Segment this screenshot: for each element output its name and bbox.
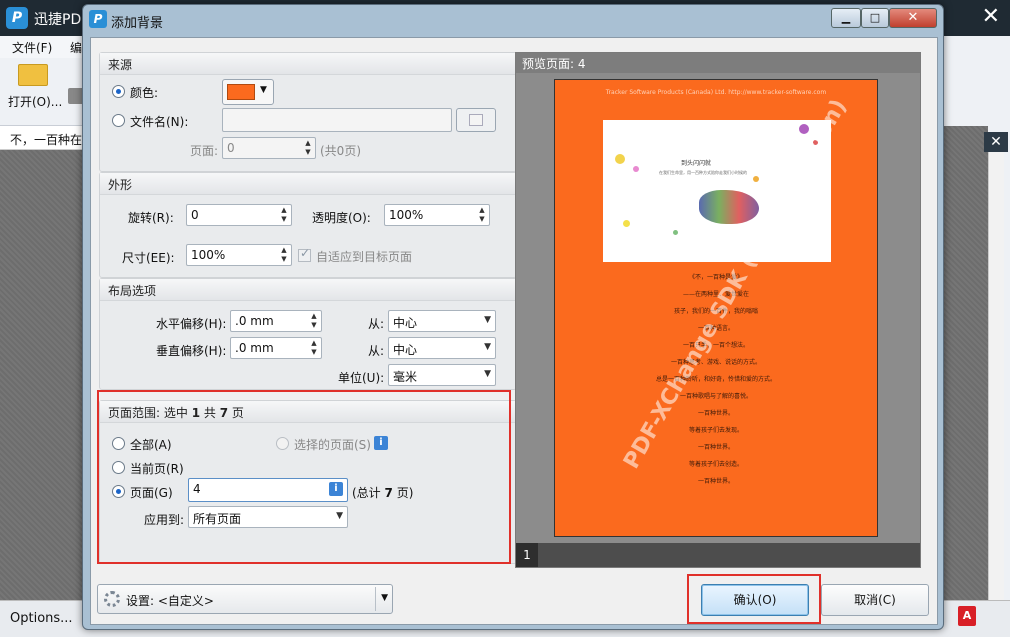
app-logo-icon: P (6, 7, 28, 29)
appearance-group: 外形 旋转(R): 0 ▲ ▼ 透明度(O): 100% ▲ ▼ 尺寸(EE): 1… (99, 172, 517, 278)
preview-footer: 1 (516, 543, 920, 567)
document-canvas (0, 150, 90, 602)
dialog-title: 添加背景 (111, 16, 164, 31)
options-button[interactable]: Options... (6, 607, 77, 631)
rotation-input[interactable]: 0 ▲ ▼ (186, 204, 292, 226)
color-radio[interactable] (112, 85, 125, 98)
page-text-line: 等着孩子们去创造。 (688, 461, 743, 468)
page-header-text: Tracker Software Products (Canada) Ltd. … (605, 89, 827, 96)
page-text-line: 一百种世界。 (697, 444, 734, 451)
v-offset-label: 垂直偏移(H): (156, 344, 227, 358)
h-offset-input[interactable]: .0 mm ▲ ▼ (230, 310, 322, 332)
menu-edit[interactable]: 编 (70, 39, 82, 56)
app-close-icon[interactable]: ✕ (982, 4, 1000, 30)
maximize-button[interactable]: □ (861, 8, 889, 28)
right-panel: ✕ (940, 36, 1010, 600)
unit-select[interactable]: 毫米 ▼ (388, 364, 496, 386)
document-tab[interactable]: 不，一百种在 (0, 126, 90, 150)
color-picker[interactable]: ▼ (222, 79, 274, 105)
app-menubar: 文件(F) 编 (0, 36, 90, 58)
page-text-line: 一百种世界。 (697, 478, 734, 485)
v-from-label: 从: (368, 344, 385, 358)
layout-group-header: 布局选项 (100, 279, 516, 301)
source-pages-total: (共0页) (320, 144, 361, 158)
open-button[interactable]: 打开(O)... (8, 93, 62, 110)
filename-input[interactable] (222, 108, 452, 132)
filename-label: 文件名(N): (130, 115, 189, 129)
size-input[interactable]: 100% ▲ ▼ (186, 244, 292, 266)
preview-page: Tracker Software Products (Canada) Ltd. … (554, 79, 878, 537)
browse-icon (469, 114, 483, 126)
page-thumb-number[interactable]: 1 (516, 543, 538, 567)
chevron-down-icon: ▼ (381, 593, 388, 603)
color-swatch (227, 84, 255, 100)
minimize-button[interactable]: ▁ (831, 8, 861, 28)
dialog-title-bar: P 添加背景 ▁ □ ✕ (83, 5, 943, 35)
v-offset-input[interactable]: .0 mm ▲ ▼ (230, 337, 322, 359)
filename-radio[interactable] (112, 114, 125, 127)
folder-open-icon[interactable] (18, 64, 48, 86)
fit-to-page-checkbox[interactable] (298, 246, 311, 262)
vertical-scrollbar[interactable] (988, 152, 1004, 600)
page-text-line: 一百种世界。 (697, 410, 734, 417)
ok-highlight-box (687, 574, 821, 624)
add-background-dialog: P 添加背景 ▁ □ ✕ 来源 颜色: ▼ 文件名(N): 页面: 0 ▲▼ (82, 4, 944, 630)
settings-select[interactable]: 设置: <自定义> ▼ (97, 584, 393, 614)
source-pages-label: 页面: (190, 144, 219, 158)
dialog-logo-icon: P (89, 10, 107, 28)
menu-file[interactable]: 文件(F) (12, 39, 52, 56)
source-group: 来源 颜色: ▼ 文件名(N): 页面: 0 ▲ ▼ (共0页) (99, 52, 517, 172)
fit-to-page-label: 自适应到目标页面 (316, 250, 413, 264)
illustration-title: 到头闪闪就 (681, 160, 712, 167)
size-label: 尺寸(EE): (122, 251, 175, 265)
dialog-body: 来源 颜色: ▼ 文件名(N): 页面: 0 ▲ ▼ (共0页) 外形 旋转(R)… (90, 37, 938, 625)
settings-text: 设置: <自定义> (126, 594, 214, 608)
appearance-group-header: 外形 (100, 173, 516, 195)
source-pages-input[interactable]: 0 ▲ ▼ (222, 137, 316, 159)
right-panel-canvas (940, 126, 988, 600)
preview-header: 预览页面: 4 (516, 53, 920, 73)
gear-icon (104, 591, 120, 607)
v-from-select[interactable]: 中心 ▼ (388, 337, 496, 359)
unit-label: 单位(U): (338, 371, 385, 385)
close-button[interactable]: ✕ (889, 8, 937, 28)
browse-button[interactable] (456, 108, 496, 132)
rotation-label: 旋转(R): (128, 211, 174, 225)
chevron-down-icon: ▼ (260, 85, 267, 95)
cancel-button[interactable]: 取消(C) (821, 584, 929, 616)
app-title: 迅捷PD (34, 12, 82, 28)
h-from-select[interactable]: 中心 ▼ (388, 310, 496, 332)
color-label: 颜色: (130, 86, 159, 100)
source-group-header: 来源 (100, 53, 516, 75)
layout-group: 布局选项 水平偏移(H): .0 mm ▲ ▼ 从: 中心 ▼ 垂直偏移(H): … (99, 278, 517, 390)
document-tab-label: 不，一百种在 (10, 133, 83, 147)
panel-close-icon[interactable]: ✕ (984, 132, 1008, 152)
opacity-label: 透明度(O): (312, 211, 371, 225)
illustration-subtitle: 在我们生命里，用一百种方式陪你走我们小时候的 (659, 170, 747, 175)
h-from-label: 从: (368, 317, 385, 331)
opacity-input[interactable]: 100% ▲ ▼ (384, 204, 490, 226)
page-text-line: 一百种思考、游戏、说话的方式。 (670, 359, 761, 366)
app-toolbar: 打开(O)... (0, 58, 90, 126)
preview-panel: 预览页面: 4 Tracker Software Products (Canad… (515, 52, 921, 568)
page-text-line: 一百种歌唱与了解的喜悦。 (679, 393, 752, 400)
page-text-line: 《不，一百种是爱》 (688, 274, 743, 281)
page-text-line: 总是一百种聆听，和好奇，怜惜和爱的方式。 (655, 376, 776, 383)
h-offset-label: 水平偏移(H): (156, 317, 227, 331)
page-text-line: 等着孩子们去发现。 (688, 427, 743, 434)
highlight-box (97, 390, 511, 564)
pdf-icon[interactable]: A (958, 606, 976, 626)
